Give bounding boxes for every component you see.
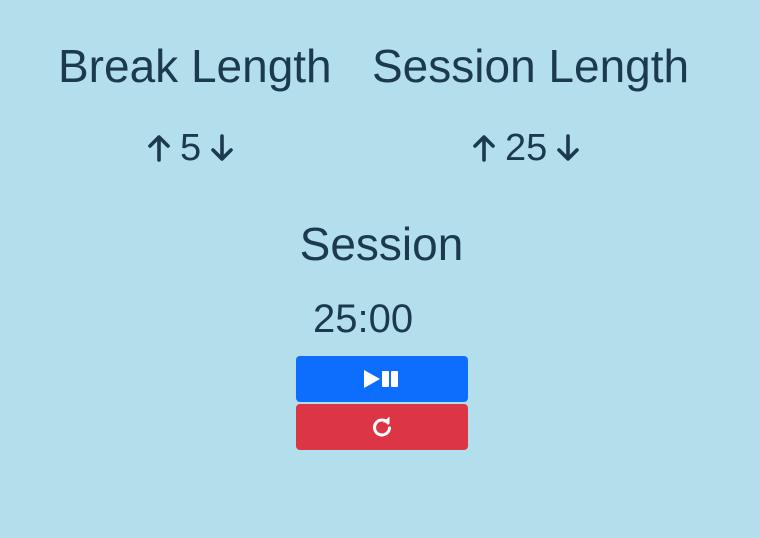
session-length-controls: 25 bbox=[467, 126, 585, 170]
arrow-down-icon bbox=[211, 134, 233, 161]
session-increment-button[interactable] bbox=[467, 128, 501, 168]
start-stop-button[interactable] bbox=[296, 356, 468, 402]
play-pause-icon bbox=[364, 370, 398, 388]
arrow-up-icon bbox=[148, 135, 170, 162]
reset-button[interactable] bbox=[296, 404, 468, 450]
time-left: 25:00 bbox=[313, 297, 414, 341]
arrow-down-icon bbox=[557, 134, 580, 161]
session-length-value: 25 bbox=[505, 127, 548, 169]
break-length-value: 5 bbox=[180, 127, 202, 169]
refresh-icon bbox=[373, 416, 391, 437]
break-length-label: Break Length bbox=[58, 40, 332, 92]
break-length-controls: 5 bbox=[142, 126, 239, 170]
arrow-up-icon bbox=[473, 135, 495, 162]
session-decrement-button[interactable] bbox=[551, 128, 585, 168]
break-increment-button[interactable] bbox=[142, 128, 176, 168]
session-length-label: Session Length bbox=[372, 40, 690, 92]
break-decrement-button[interactable] bbox=[205, 128, 239, 168]
timer-label: Session bbox=[299, 218, 464, 270]
